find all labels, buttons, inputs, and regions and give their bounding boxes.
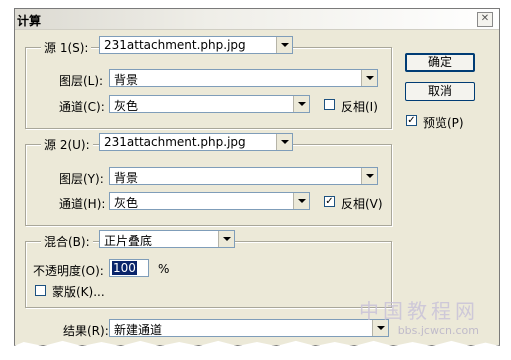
opacity-value: 100 [112,261,137,275]
source2-layer-select[interactable]: 背景 [109,167,378,185]
source1-channel-value: 灰色 [114,99,139,113]
close-icon[interactable]: ✕ [477,12,493,27]
source1-channel-select[interactable]: 灰色 [109,95,310,113]
source2-invert-label: 反相(V) [341,197,383,211]
source2-channel-label: 通道(H): [59,197,106,211]
source2-channel-select[interactable]: 灰色 [109,192,310,210]
chevron-down-icon[interactable] [361,70,377,86]
preview-label: 预览(P) [423,116,464,130]
source1-channel-label: 通道(C): [59,100,105,114]
source2-file-value: 231attachment.php.jpg [104,135,246,149]
opacity-unit: % [158,262,170,276]
watermark-line1: 中国教程网 [359,299,479,323]
title-bar[interactable]: 计算 ✕ [15,9,499,30]
result-value: 新建通道 [114,323,163,337]
source1-layer-label: 图层(L): [59,74,104,88]
mask-label: 蒙版(K)... [52,285,105,299]
ok-button[interactable]: 确定 [405,53,475,72]
source1-invert-label: 反相(I) [341,100,378,114]
source2-invert-checkbox[interactable]: ✓ [324,196,335,207]
opacity-label: 不透明度(O): [33,264,104,278]
chevron-down-icon[interactable] [276,134,292,150]
cancel-button[interactable]: 取消 [405,82,475,101]
opacity-input[interactable]: 100 [109,259,149,277]
blending-label: 混合(B): [41,233,93,250]
result-label: 结果(R): [63,324,109,338]
source1-layer-value: 背景 [114,73,139,87]
watermark: 中国教程网 bbs.jcwcn.com [359,295,479,337]
blending-mode-select[interactable]: 正片叠底 [99,230,235,248]
blending-mode-value: 正片叠底 [104,234,153,248]
source2-channel-value: 灰色 [114,196,139,210]
chevron-down-icon[interactable] [276,37,292,53]
source1-file-value: 231attachment.php.jpg [104,38,246,52]
mask-checkbox[interactable] [35,285,46,296]
source1-file-select[interactable]: 231attachment.php.jpg [99,36,293,54]
source2-layer-label: 图层(Y): [59,172,104,186]
chevron-down-icon[interactable] [218,231,234,247]
source1-layer-select[interactable]: 背景 [109,69,378,87]
calculations-dialog: 计算 ✕ 源 1(S): 231attachment.php.jpg 图层(L)… [14,8,500,346]
source1-invert-checkbox[interactable] [324,99,335,110]
source2-legend: 源 2(U): [41,136,93,153]
chevron-down-icon[interactable] [293,193,309,209]
source1-legend: 源 1(S): [41,39,92,56]
dialog-title: 计算 [17,14,42,28]
result-select[interactable]: 新建通道 [109,319,389,337]
chevron-down-icon[interactable] [361,168,377,184]
watermark-line2: bbs.jcwcn.com [397,324,479,337]
chevron-down-icon[interactable] [293,96,309,112]
preview-checkbox[interactable]: ✓ [406,115,417,126]
source2-layer-value: 背景 [114,171,139,185]
source2-file-select[interactable]: 231attachment.php.jpg [99,133,293,151]
